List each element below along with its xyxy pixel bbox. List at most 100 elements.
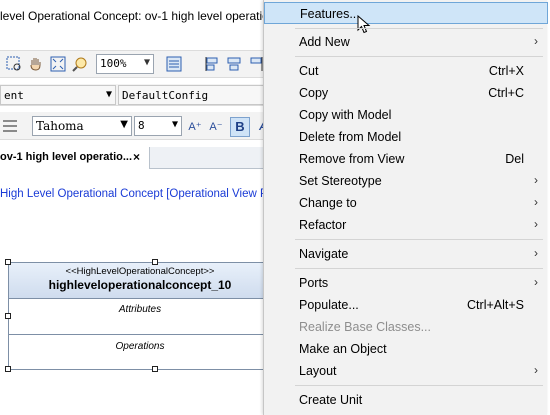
window-title: level Operational Concept: ov-1 high lev… [0,9,276,23]
menu-separator [295,268,543,269]
menu-item-refactor[interactable]: Refactor › [264,214,548,236]
line-spacing-icon[interactable] [2,118,18,134]
element-name[interactable]: highleveloperationalconcept_10 [9,278,271,292]
menu-item-populate[interactable]: Populate... Ctrl+Alt+S [264,294,548,316]
toolbar-selectors: ent ▼ DefaultConfig [0,84,270,106]
resize-handle-w[interactable] [5,313,11,319]
font-family-select[interactable]: Tahoma ▼ [32,116,132,136]
menu-item-label: Navigate [299,247,349,261]
menu-item-label: Remove from View [299,152,405,166]
font-size-value: 8 [138,119,145,132]
stereotype-select-value: ent [4,89,24,102]
menu-item-label: Features... [300,7,360,21]
menu-separator [295,385,543,386]
tab-ov1-diagram[interactable]: ov-1 high level operatio... × [0,147,150,169]
chevron-down-icon: ▼ [105,89,112,100]
menu-item-label: Delete from Model [299,130,402,144]
submenu-arrow-icon: › [534,195,538,209]
menu-item-shortcut: Ctrl+X [488,64,524,78]
zoom-magnifier-icon[interactable] [72,56,88,72]
menu-separator [295,239,543,240]
toolbar-format: Tahoma ▼ 8 ▼ A⁺ A⁻ B A [0,112,270,140]
increase-font-button[interactable]: A⁺ [186,118,204,136]
resize-handle-s[interactable] [152,366,158,372]
menu-item-label: Realize Base Classes... [299,320,432,334]
align-left-icon[interactable] [204,56,220,72]
menu-item-navigate[interactable]: Navigate › [264,243,548,265]
menu-item-label: Layout [299,364,337,378]
submenu-arrow-icon: › [534,363,538,377]
close-icon[interactable]: × [133,150,140,164]
diagram-breadcrumb[interactable]: High Level Operational Concept [Operatio… [0,188,283,200]
overview-icon[interactable] [166,56,182,72]
chevron-down-icon: ▼ [120,119,128,130]
menu-item-label: Add New [299,35,350,49]
menu-item-realize-base-classes: Realize Base Classes... [264,316,548,338]
menu-item-cut[interactable]: Cut Ctrl+X [264,60,548,82]
stereotype-select[interactable]: ent ▼ [0,85,116,105]
menu-separator [295,56,543,57]
align-right-icon[interactable] [248,56,264,72]
tab-label: ov-1 high level operatio... [0,151,133,163]
menu-item-shortcut: Ctrl+Alt+S [467,298,524,312]
element-header[interactable]: <<HighLevelOperationalConcept>> highleve… [9,263,271,299]
config-select[interactable]: DefaultConfig [118,85,270,105]
zoom-select[interactable]: 100% ▼ [96,54,154,74]
menu-item-copy[interactable]: Copy Ctrl+C [264,82,548,104]
chevron-down-icon: ▼ [171,119,178,130]
menu-item-ports[interactable]: Ports › [264,272,548,294]
attributes-label: Attributes [118,304,162,315]
config-select-value: DefaultConfig [122,89,209,102]
zoom-region-icon[interactable] [6,56,22,72]
operations-label: Operations [115,341,165,352]
resize-handle-n[interactable] [152,259,158,265]
menu-item-layout[interactable]: Layout › [264,360,548,382]
font-size-select[interactable]: 8 ▼ [134,116,182,136]
submenu-arrow-icon: › [534,173,538,187]
menu-item-create-unit[interactable]: Create Unit [264,389,548,411]
context-menu: Features... Add New › Cut Ctrl+X Copy Ct… [263,0,548,415]
submenu-arrow-icon: › [534,246,538,260]
operations-compartment[interactable]: Operations [9,336,271,372]
pan-hand-icon[interactable] [28,56,44,72]
menu-item-label: Ports [299,276,329,290]
operational-concept-element[interactable]: <<HighLevelOperationalConcept>> highleve… [8,262,271,372]
menu-item-label: Copy with Model [299,108,392,122]
menu-item-label: Make an Object [299,342,387,356]
element-stereotype: <<HighLevelOperationalConcept>> [65,266,215,277]
submenu-arrow-icon: › [534,217,538,231]
menu-item-shortcut: Ctrl+C [488,86,524,100]
diagram-canvas[interactable]: High Level Operational Concept [Operatio… [0,170,283,415]
resize-handle-sw[interactable] [5,366,11,372]
menu-item-label: Copy [299,86,329,100]
submenu-arrow-icon: › [534,34,538,48]
toolbar-main: 100% ▼ [0,50,270,78]
zoom-value: 100% [100,57,127,70]
zoom-fit-icon[interactable] [50,56,66,72]
font-family-value: Tahoma [36,119,84,133]
menu-item-make-an-object[interactable]: Make an Object [264,338,548,360]
menu-item-add-new[interactable]: Add New › [264,31,548,53]
menu-item-remove-from-view[interactable]: Remove from View Del [264,148,548,170]
menu-item-features[interactable]: Features... [264,2,548,34]
menu-item-change-to[interactable]: Change to › [264,192,548,214]
menu-item-delete-from-model[interactable]: Delete from Model [264,126,548,148]
resize-handle-nw[interactable] [5,259,11,265]
align-center-icon[interactable] [226,56,242,72]
menu-item-label: Create Unit [299,393,363,407]
attributes-compartment[interactable]: Attributes [9,299,271,335]
menu-separator [295,28,543,29]
chevron-down-icon: ▼ [143,57,150,68]
submenu-arrow-icon: › [534,275,538,289]
menu-item-copy-with-model[interactable]: Copy with Model [264,104,548,126]
decrease-font-button[interactable]: A⁻ [207,118,225,136]
document-tab-strip: ov-1 high level operatio... × [0,147,270,169]
bold-button[interactable]: B [230,117,250,137]
menu-item-label: Cut [299,64,319,78]
menu-item-label: Set Stereotype [299,174,382,188]
menu-item-set-stereotype[interactable]: Set Stereotype › [264,170,548,192]
menu-item-shortcut: Del [505,152,524,166]
menu-item-label: Change to [299,196,357,210]
menu-item-label: Refactor [299,218,347,232]
menu-item-label: Populate... [299,298,359,312]
